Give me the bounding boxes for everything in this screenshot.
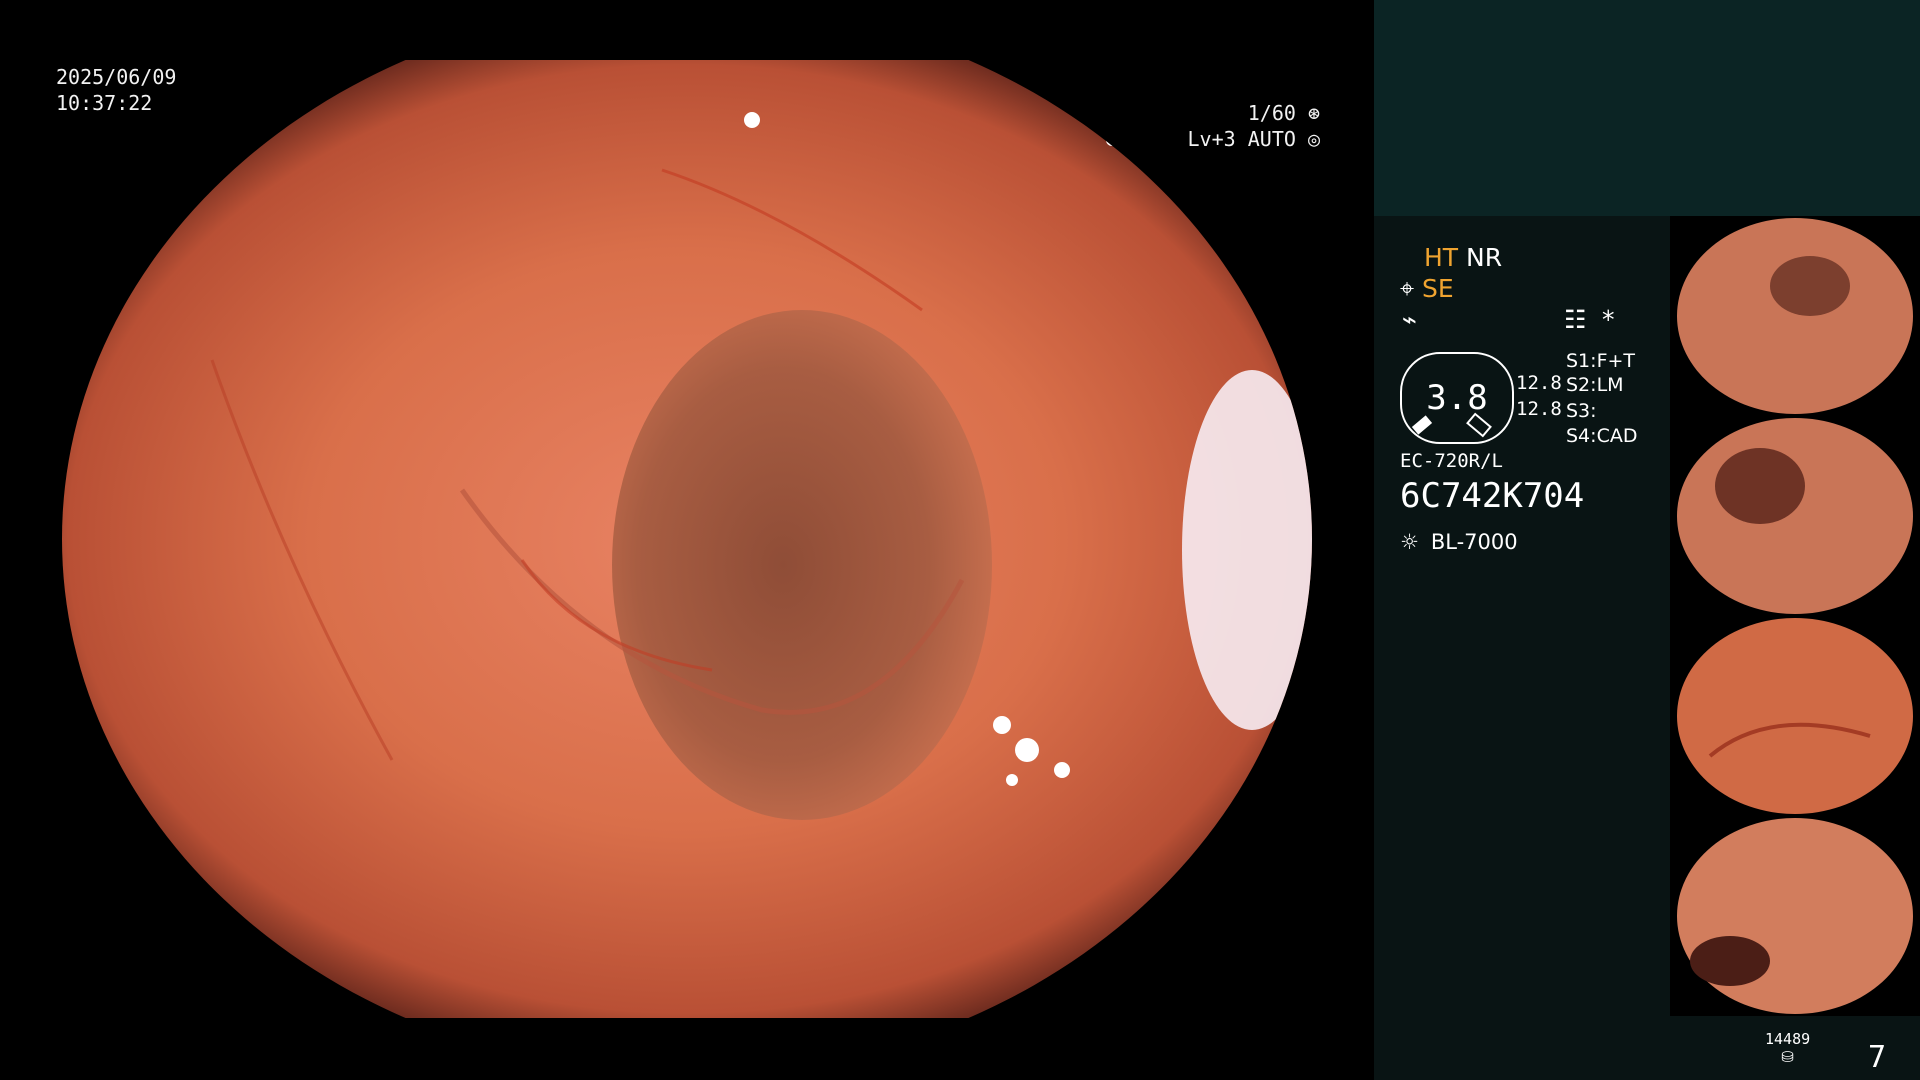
storage-info: 14489 ⛁: [1765, 1030, 1810, 1066]
thumbnail-2[interactable]: [1670, 416, 1920, 616]
light-source: ☼ BL-7000: [1400, 530, 1518, 554]
switch-s2: S2:LM: [1566, 374, 1624, 396]
s1-value: F+T: [1596, 350, 1636, 372]
zoom-b-value: 12.8: [1516, 398, 1562, 420]
timestamp: 2025/06/09 10:37:22: [56, 64, 176, 116]
switch-s3: S3:: [1566, 400, 1597, 422]
shutter-icon: ⊛: [1307, 101, 1320, 125]
thumbnail-1[interactable]: [1670, 216, 1920, 416]
level-text: Lv+3: [1187, 127, 1236, 151]
s2-label: S2:: [1566, 374, 1597, 396]
image-count: 7: [1868, 1040, 1887, 1075]
zoom-text: 3.8: [1426, 378, 1488, 418]
shutter-text: 1/60: [1247, 101, 1296, 125]
endoscope-image: [62, 60, 1312, 1018]
zoom-a-value: 12.8: [1516, 372, 1562, 394]
exposure-info: 1/60 ⊛ Lv+3 AUTO ◎: [1188, 100, 1320, 152]
time-text: 10:37:22: [56, 91, 153, 115]
s4-value: CAD: [1596, 425, 1638, 447]
scope-model: EC-720R/L: [1400, 450, 1503, 472]
ht-indicator: HT: [1424, 243, 1459, 272]
mode-line-se: ⌖ SE: [1400, 274, 1454, 304]
scope-serial: 6C742K704: [1400, 476, 1585, 516]
wave-icon: ⌁: [1402, 305, 1418, 334]
thumbnail-image: [1670, 616, 1920, 816]
light-source-icon: ☼: [1400, 530, 1419, 554]
thumbnail-list[interactable]: [1670, 216, 1920, 1016]
s1-label: S1:: [1566, 350, 1597, 372]
thumbnail-4[interactable]: [1670, 816, 1920, 1016]
asterisk-indicator: *: [1602, 305, 1615, 334]
s3-label: S3:: [1566, 400, 1597, 422]
switch-s1: S1:F+T: [1566, 350, 1635, 372]
storage-count: 14489: [1765, 1030, 1811, 1048]
top-panel: [1374, 0, 1920, 216]
light-source-text: BL-7000: [1430, 530, 1518, 554]
s2-value: LM: [1596, 374, 1624, 396]
thumbnail-image: [1670, 816, 1920, 1016]
scope-icon: ⌖: [1400, 274, 1415, 303]
auto-exposure-icon: ◎: [1307, 127, 1320, 151]
nr-indicator: NR: [1466, 243, 1503, 272]
mode-line-ht-nr: HT NR: [1424, 243, 1502, 272]
thumbnail-3[interactable]: [1670, 616, 1920, 816]
s4-label: S4:: [1566, 425, 1597, 447]
se-indicator: SE: [1422, 274, 1454, 303]
storage-icon: ⛁: [1781, 1048, 1794, 1066]
menu-icon: ☷: [1564, 305, 1587, 334]
colon-lumen-view: [62, 60, 1312, 1018]
switch-s4: S4:CAD: [1566, 425, 1637, 447]
thumbnail-image: [1670, 416, 1920, 616]
exposure-mode-text: AUTO: [1247, 127, 1296, 151]
thumbnail-image: [1670, 216, 1920, 416]
date-text: 2025/06/09: [56, 65, 177, 89]
